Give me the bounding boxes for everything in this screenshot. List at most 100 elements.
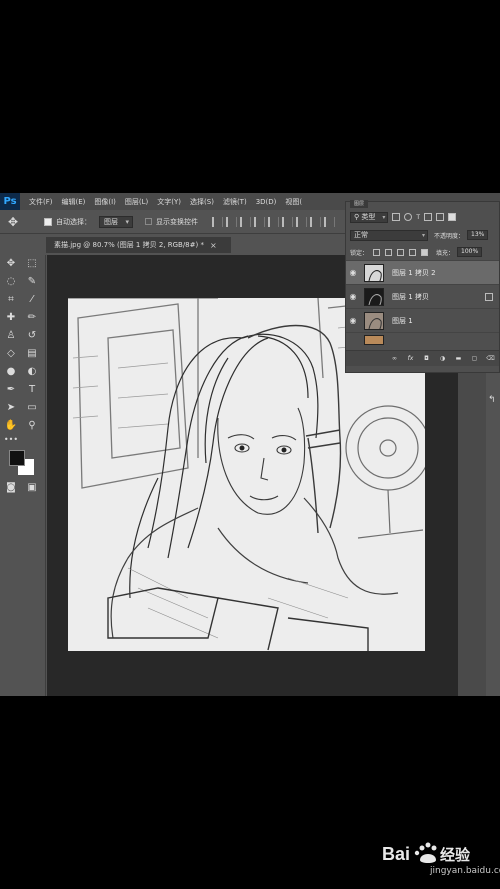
- clone-stamp-icon[interactable]: ♙: [3, 329, 19, 343]
- lock-all-icon[interactable]: [421, 248, 429, 256]
- lock-position-icon[interactable]: [397, 248, 405, 256]
- layer-thumbnail: [364, 311, 384, 330]
- close-icon[interactable]: ×: [210, 241, 217, 250]
- blend-mode-dropdown[interactable]: 正常: [350, 229, 428, 241]
- crop-icon[interactable]: ⌗: [3, 293, 19, 307]
- move-tool-icon[interactable]: ✥: [0, 215, 26, 229]
- layer-row[interactable]: [346, 332, 499, 346]
- opacity-input[interactable]: 13%: [467, 230, 489, 240]
- menu-image[interactable]: 图像(I): [94, 197, 116, 207]
- trash-icon[interactable]: ⌫: [486, 355, 495, 363]
- opacity-label: 不透明度：: [434, 232, 465, 240]
- zoom-icon[interactable]: ⚲: [24, 419, 40, 433]
- distribute-middle-icon[interactable]: [310, 216, 321, 227]
- lock-artboard-icon[interactable]: [409, 248, 417, 256]
- lock-pixels-icon[interactable]: [385, 248, 393, 256]
- layers-panel-footer: ∞ fx ◘ ◑ ▬ ▢ ⌫: [346, 350, 499, 366]
- new-group-icon[interactable]: ▬: [454, 355, 463, 363]
- lock-label: 锁定：: [350, 249, 369, 257]
- distribute-top-icon[interactable]: [296, 216, 307, 227]
- quick-mask-icon[interactable]: ◙: [3, 481, 19, 495]
- auto-select-dropdown[interactable]: 图层: [99, 215, 133, 228]
- screen-mode-icon[interactable]: ▣: [24, 481, 40, 495]
- rectangle-icon[interactable]: ▭: [24, 401, 40, 415]
- menu-view[interactable]: 视图(: [285, 197, 302, 207]
- distribute-bottom-icon[interactable]: [324, 216, 335, 227]
- document-tab[interactable]: 素描.jpg @ 80.7% (图层 1 拷贝 2, RGB/8#) * ×: [46, 237, 231, 253]
- eraser-icon[interactable]: ◇: [3, 347, 19, 361]
- layer-filter-row: ⚲ 类型 T: [350, 210, 496, 224]
- filter-toggle-icon[interactable]: [448, 213, 457, 221]
- auto-select-label: 自动选择：: [56, 217, 91, 226]
- layer-filter-dropdown[interactable]: ⚲ 类型: [350, 211, 389, 223]
- align-right-icon[interactable]: [282, 216, 293, 227]
- align-left-icon[interactable]: [254, 216, 265, 227]
- eye-icon[interactable]: ◉: [346, 316, 360, 325]
- gradient-icon[interactable]: ▤: [24, 347, 40, 361]
- layer-row[interactable]: ◉ 图层 1 拷贝: [346, 284, 499, 308]
- layers-panel-tab[interactable]: 图层: [350, 200, 369, 208]
- layer-name[interactable]: 图层 1 拷贝 2: [392, 268, 436, 278]
- hand-icon[interactable]: ✋: [3, 419, 19, 433]
- link-layers-icon[interactable]: ∞: [390, 355, 399, 363]
- filter-adjustment-icon[interactable]: [404, 213, 413, 221]
- fill-input[interactable]: 100%: [457, 247, 483, 257]
- pen-icon[interactable]: ✒: [3, 383, 19, 397]
- adjustment-layer-icon[interactable]: ◑: [438, 355, 447, 363]
- foreground-color-swatch[interactable]: [9, 450, 25, 466]
- menu-3d[interactable]: 3D(D): [256, 198, 277, 206]
- blend-row: 正常 不透明度： 13%: [350, 229, 496, 241]
- marquee-icon[interactable]: ⬚: [24, 257, 40, 271]
- layer-style-icon[interactable]: fx: [406, 355, 415, 363]
- menu-select[interactable]: 选择(S): [190, 197, 214, 207]
- lock-transparency-icon[interactable]: [373, 248, 381, 256]
- healing-brush-icon[interactable]: ✚: [3, 311, 19, 325]
- add-mask-icon[interactable]: ◘: [422, 355, 431, 363]
- align-buttons: [212, 216, 338, 227]
- filter-shape-icon[interactable]: [424, 213, 433, 221]
- filter-type-icon[interactable]: T: [416, 214, 420, 221]
- menu-file[interactable]: 文件(F): [29, 197, 53, 207]
- ps-logo: Ps: [0, 193, 20, 210]
- brush-icon[interactable]: ✏: [24, 311, 40, 325]
- show-transform-checkbox[interactable]: [145, 218, 152, 225]
- filter-pixel-icon[interactable]: [392, 213, 401, 221]
- layer-row[interactable]: ◉ 图层 1: [346, 308, 499, 332]
- history-brush-icon[interactable]: ↺: [24, 329, 40, 343]
- svg-text:Bai: Bai: [382, 844, 410, 864]
- menu-edit[interactable]: 编辑(E): [62, 197, 86, 207]
- fill-label: 填充：: [436, 249, 455, 257]
- move-icon[interactable]: ✥: [3, 257, 19, 271]
- layers-panel: 图层 ⚲ 类型 T 正常 不透明度： 13% 锁定： 填充： 100%: [345, 200, 500, 373]
- new-layer-icon[interactable]: ▢: [470, 355, 479, 363]
- eyedropper-icon[interactable]: ⁄: [24, 293, 40, 307]
- align-middle-icon[interactable]: [226, 216, 237, 227]
- auto-select-checkbox[interactable]: [44, 217, 52, 226]
- align-top-icon[interactable]: [212, 216, 223, 227]
- quick-select-icon[interactable]: ✎: [24, 275, 40, 289]
- menu-type[interactable]: 文字(Y): [157, 197, 181, 207]
- tools-panel: ✥ ⬚ ◌ ✎ ⌗ ⁄ ✚ ✏ ♙ ↺ ◇ ▤ ● ◐ ✒ T ➤ ▭ ✋ ⚲ …: [0, 255, 46, 696]
- layer-name[interactable]: 图层 1: [392, 316, 413, 326]
- svg-text:经验: 经验: [440, 846, 471, 864]
- layer-row[interactable]: ◉ 图层 1 拷贝 2: [346, 260, 499, 284]
- layer-thumbnail: [364, 334, 384, 345]
- type-icon[interactable]: T: [24, 383, 40, 397]
- lasso-icon[interactable]: ◌: [3, 275, 19, 289]
- menu-layer[interactable]: 图层(L): [125, 197, 148, 207]
- menu-filter[interactable]: 滤镜(T): [223, 197, 247, 207]
- eye-icon[interactable]: ◉: [346, 268, 360, 277]
- more-tools-icon[interactable]: •••: [3, 433, 19, 447]
- align-bottom-icon[interactable]: [240, 216, 251, 227]
- filter-smart-object-icon[interactable]: [436, 213, 445, 221]
- document-tab-title: 素描.jpg @ 80.7% (图层 1 拷贝 2, RGB/8#) *: [54, 241, 204, 249]
- layer-thumbnail: [364, 263, 384, 282]
- path-select-icon[interactable]: ➤: [3, 401, 19, 415]
- panel-collapse-icon[interactable]: ↰: [488, 395, 496, 405]
- eye-icon[interactable]: ◉: [346, 292, 360, 301]
- align-center-icon[interactable]: [268, 216, 279, 227]
- layer-name[interactable]: 图层 1 拷贝: [392, 292, 429, 302]
- blur-icon[interactable]: ●: [3, 365, 19, 379]
- lock-row: 锁定： 填充： 100%: [350, 246, 496, 258]
- dodge-icon[interactable]: ◐: [24, 365, 40, 379]
